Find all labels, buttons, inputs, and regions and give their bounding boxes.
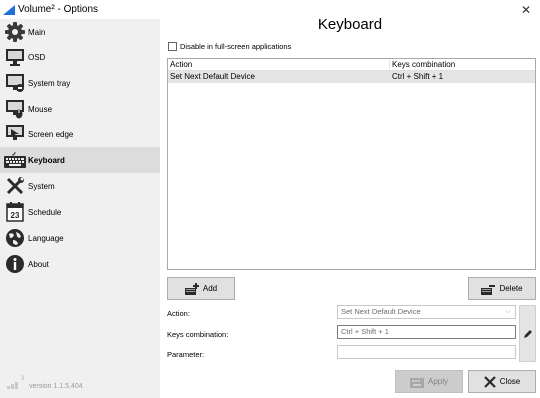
disable-fullscreen-checkbox[interactable] [168,42,177,51]
sidebar-item-label: System tray [28,78,71,88]
sidebar-item-mouse[interactable]: Mouse [0,96,160,122]
sidebar-item-label: Language [28,233,64,243]
sidebar-item-label: System [28,181,55,191]
cell-keys: Ctrl + Shift + 1 [389,71,535,83]
action-select[interactable]: Set Next Default Device ⌵ [337,305,516,319]
delete-button-label: Delete [499,284,523,293]
close-icon [483,375,496,388]
pencil-icon [523,329,532,338]
add-button[interactable]: Add [167,277,235,300]
cell-action: Set Next Default Device [170,72,255,81]
sidebar-item-screen-edge[interactable]: Screen edge [0,121,160,147]
sidebar-item-label: Schedule [28,207,62,217]
sidebar-item-keyboard[interactable]: Keyboard [0,147,160,173]
add-hotkey-icon [184,282,199,295]
globe-icon [4,227,26,249]
sidebar-item-label: Keyboard [28,155,65,165]
sidebar-item-label: OSD [28,52,46,62]
signal-icon: 3 [7,376,25,389]
keys-combination-field[interactable]: Ctrl + Shift + 1 [337,325,516,339]
close-icon: ✕ [520,3,532,17]
sidebar-item-main[interactable]: Main [0,19,160,45]
apply-button[interactable]: Apply [395,370,463,393]
keys-combination-label: Keys combination: [167,330,229,339]
window-title: Volume² - Options [18,4,99,15]
sidebar-item-label: Screen edge [28,129,74,139]
keys-combination-value: Ctrl + Shift + 1 [341,327,389,336]
apply-icon [409,376,424,388]
tools-icon [4,175,26,197]
apply-button-label: Apply [427,377,448,386]
edit-button[interactable] [519,305,536,362]
sidebar-item-osd[interactable]: OSD [0,44,160,70]
mouse-icon [4,98,26,120]
action-select-value: Set Next Default Device [341,307,421,316]
screen-edge-icon [4,123,26,145]
version-text: version 1.1.5.404 [29,383,83,390]
system-tray-icon [4,72,26,94]
sidebar: Main OSD System tray Mouse Screen edge K… [0,19,160,398]
disable-fullscreen-label: Disable in full-screen applications [180,42,292,51]
column-header-action[interactable]: Action [168,59,389,70]
parameter-field[interactable] [337,345,516,359]
sidebar-item-about[interactable]: About [0,251,160,277]
signal-digit: 3 [21,376,25,382]
delete-hotkey-icon [481,283,496,295]
delete-button[interactable]: Delete [468,277,536,300]
disable-fullscreen-option[interactable]: Disable in full-screen applications [168,42,291,51]
close-button-label: Close [499,377,521,386]
keyboard-icon [4,149,26,171]
column-header-keys[interactable]: Keys combination [389,59,535,70]
monitor-icon [4,46,26,68]
volume-app-icon [3,5,15,15]
sidebar-item-system-tray[interactable]: System tray [0,70,160,96]
gear-icon [4,21,26,43]
page-title: Keyboard [317,16,383,33]
hotkeys-table[interactable]: Action Keys combination Set Next Default… [167,58,536,270]
table-row[interactable]: Set Next Default Device Ctrl + Shift + 1 [168,71,535,83]
parameter-label: Parameter: [167,350,205,359]
sidebar-item-label: Main [28,27,46,37]
calendar-day: 23 [11,211,20,220]
calendar-icon: 23 [4,201,26,223]
sidebar-item-schedule[interactable]: 23 Schedule [0,199,160,225]
sidebar-item-label: Mouse [28,104,53,114]
table-header: Action Keys combination [168,59,535,71]
chevron-down-icon: ⌵ [505,308,511,315]
sidebar-item-label: About [28,259,49,269]
action-label: Action: [167,309,190,318]
close-button[interactable]: Close [468,370,536,393]
add-button-label: Add [202,284,218,293]
sidebar-item-language[interactable]: Language [0,225,160,251]
sidebar-item-system[interactable]: System [0,173,160,199]
info-icon [4,253,26,275]
